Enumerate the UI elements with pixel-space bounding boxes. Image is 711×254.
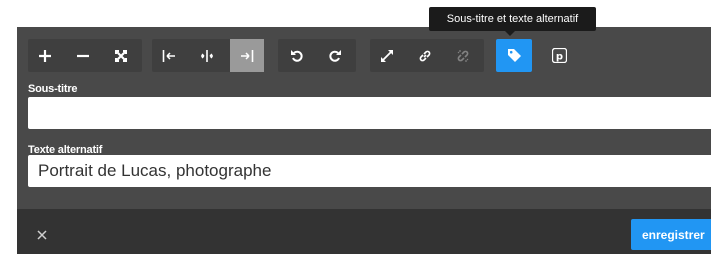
- rotate-left-button[interactable]: [280, 39, 314, 72]
- rotate-group: [278, 39, 356, 72]
- rotate-right-button[interactable]: [318, 39, 352, 72]
- caption-label: Sous-titre: [28, 83, 78, 95]
- align-right-icon: [241, 49, 254, 62]
- unlink-icon: [457, 49, 469, 62]
- zoom-in-button[interactable]: [28, 39, 62, 72]
- tooltip-text: Sous-titre et texte alternatif: [446, 13, 579, 25]
- panel-footer: [17, 209, 711, 254]
- save-button[interactable]: enregistrer: [631, 219, 711, 250]
- link-group: [370, 39, 484, 72]
- zoom-out-button[interactable]: [66, 39, 100, 72]
- align-group: [152, 39, 264, 72]
- link-button[interactable]: [408, 39, 442, 72]
- zoom-group: [28, 39, 142, 72]
- caption-alt-button[interactable]: [496, 39, 532, 72]
- resize-button[interactable]: [370, 39, 404, 72]
- align-left-button[interactable]: [152, 39, 186, 72]
- svg-text:p: p: [555, 52, 562, 63]
- align-center-icon: [201, 49, 213, 62]
- align-left-icon: [162, 49, 175, 62]
- fit-screen-button[interactable]: [104, 39, 138, 72]
- zoom-in-icon: [39, 49, 51, 62]
- align-right-button[interactable]: [230, 39, 264, 72]
- pinterest-icon: p: [551, 48, 567, 63]
- alt-text-input[interactable]: [28, 155, 711, 187]
- tooltip: Sous-titre et texte alternatif: [429, 7, 596, 36]
- resize-icon: [381, 49, 393, 62]
- zoom-out-icon: [77, 54, 89, 57]
- close-icon: [37, 230, 47, 240]
- rotate-right-icon: [329, 49, 341, 62]
- pinterest-button[interactable]: p: [542, 39, 576, 72]
- close-button[interactable]: [32, 225, 52, 245]
- fit-screen-icon: [115, 49, 127, 62]
- caption-input[interactable]: [28, 97, 711, 129]
- tag-icon: [507, 49, 521, 62]
- align-center-button[interactable]: [190, 39, 224, 72]
- link-icon: [419, 50, 431, 61]
- rotate-left-icon: [291, 49, 303, 62]
- unlink-button[interactable]: [446, 39, 480, 72]
